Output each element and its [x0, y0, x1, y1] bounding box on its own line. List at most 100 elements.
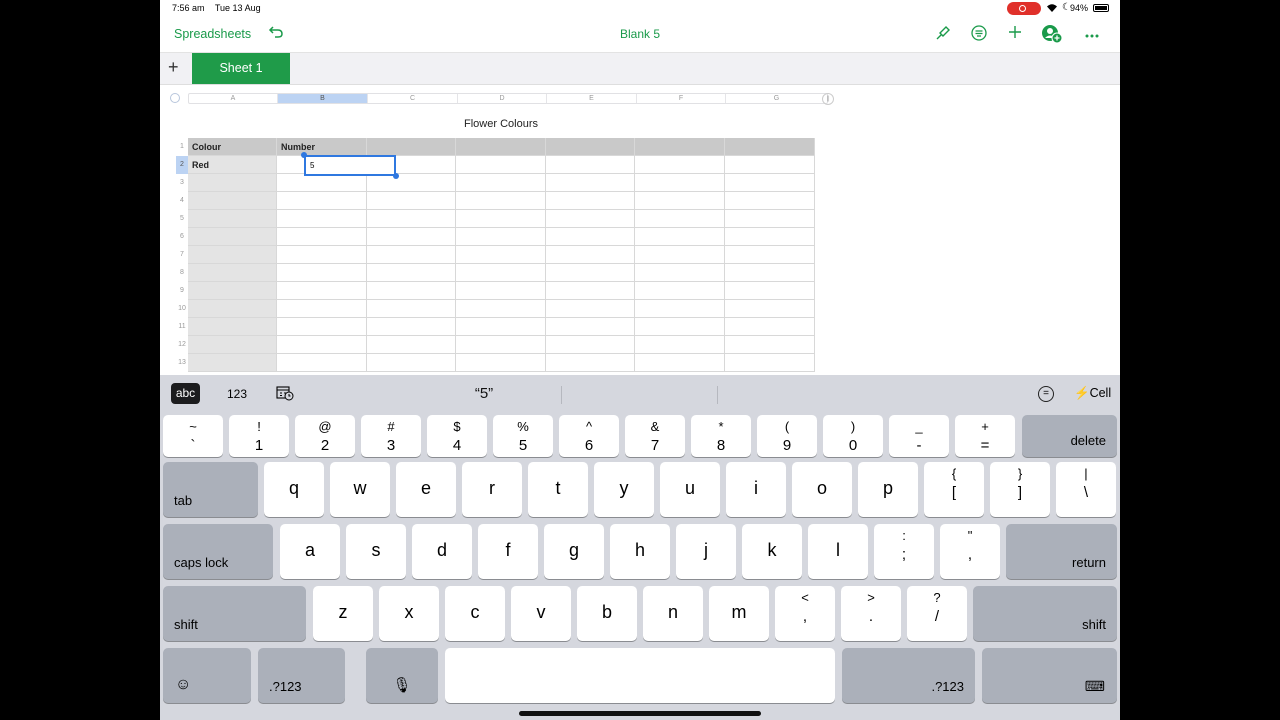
table-cell[interactable] [188, 336, 277, 354]
row-header[interactable]: 11 [176, 318, 188, 336]
table-cell[interactable] [456, 210, 546, 228]
key[interactable]: * 8 [691, 415, 751, 457]
key[interactable]: ~ ` [163, 415, 223, 457]
table-cell[interactable] [277, 282, 367, 300]
key-letter-n[interactable]: n [643, 586, 703, 641]
table-cell[interactable] [188, 282, 277, 300]
table-cell[interactable] [277, 246, 367, 264]
table-cell[interactable] [635, 282, 725, 300]
row-header[interactable]: 5 [176, 210, 188, 228]
table-cell[interactable] [277, 228, 367, 246]
key[interactable]: | \ [1056, 462, 1116, 517]
table-cell[interactable] [367, 246, 456, 264]
table-cell[interactable] [635, 138, 725, 156]
left-shift-key[interactable]: shift [163, 586, 306, 641]
table-cell[interactable] [188, 318, 277, 336]
space-bar[interactable] [445, 648, 835, 703]
table-cell[interactable] [367, 210, 456, 228]
column-header-c[interactable]: C [368, 94, 458, 103]
add-sheet-icon[interactable]: + [168, 57, 179, 78]
table-cell[interactable] [725, 246, 815, 264]
format-menu-icon[interactable] [968, 24, 990, 46]
table-cell[interactable] [546, 336, 635, 354]
table-cell[interactable] [456, 192, 546, 210]
table-cell[interactable] [367, 174, 456, 192]
key-letter-s[interactable]: s [346, 524, 406, 579]
row-header[interactable]: 6 [176, 228, 188, 246]
dictation-key[interactable]: 🎙 [366, 648, 438, 703]
table-cell[interactable] [277, 174, 367, 192]
key-letter-w[interactable]: w [330, 462, 390, 517]
table-cell[interactable] [456, 282, 546, 300]
table-cell[interactable] [456, 264, 546, 282]
table-cell[interactable] [725, 354, 815, 372]
date-time-keyboard-icon[interactable] [276, 385, 294, 404]
table-cell[interactable] [546, 264, 635, 282]
caps-lock-key[interactable]: caps lock [163, 524, 273, 579]
key[interactable]: <, [775, 586, 835, 641]
table-cell[interactable] [546, 138, 635, 156]
key-letter-x[interactable]: x [379, 586, 439, 641]
key[interactable]: (9 [757, 415, 817, 457]
table-cell[interactable] [456, 318, 546, 336]
key[interactable]: @2 [295, 415, 355, 457]
table-cell[interactable] [277, 210, 367, 228]
table-cell[interactable]: Number [277, 138, 367, 156]
key[interactable]: ^ 6 [559, 415, 619, 457]
return-key[interactable]: return [1006, 524, 1117, 579]
key[interactable]: _ - [889, 415, 949, 457]
key-letter-g[interactable]: g [544, 524, 604, 579]
table-cell[interactable] [367, 318, 456, 336]
key[interactable]: :; [874, 524, 934, 579]
table-cell[interactable] [367, 300, 456, 318]
more-options-icon[interactable] [1081, 24, 1103, 46]
table-cell[interactable] [635, 264, 725, 282]
table-cell[interactable] [456, 174, 546, 192]
table-cell[interactable] [546, 174, 635, 192]
table-cell[interactable] [546, 318, 635, 336]
key-letter-a[interactable]: a [280, 524, 340, 579]
table-cell[interactable] [188, 210, 277, 228]
key-letter-z[interactable]: z [313, 586, 373, 641]
key[interactable]: #3 [361, 415, 421, 457]
cell-keyboard-button[interactable]: ⚡Cell [1074, 386, 1111, 401]
table-cell[interactable] [367, 192, 456, 210]
abc-keyboard-button[interactable]: abc [171, 383, 200, 404]
collaborate-icon[interactable] [1041, 24, 1063, 46]
table-cell[interactable] [367, 336, 456, 354]
table-cell[interactable] [367, 138, 456, 156]
key-letter-l[interactable]: l [808, 524, 868, 579]
add-column-handle[interactable]: || [822, 93, 834, 105]
key-letter-d[interactable]: d [412, 524, 472, 579]
selection-handle-bottom[interactable] [393, 173, 399, 179]
key-letter-f[interactable]: f [478, 524, 538, 579]
table-cell[interactable] [367, 264, 456, 282]
table-cell[interactable] [188, 246, 277, 264]
table-cell[interactable] [725, 264, 815, 282]
row-header[interactable]: 1 [176, 138, 188, 156]
key[interactable]: ! 1 [229, 415, 289, 457]
add-plus-icon[interactable] [1004, 24, 1026, 46]
tab-key[interactable]: tab [163, 462, 258, 517]
table-cell[interactable] [725, 138, 815, 156]
active-cell-b2[interactable]: 5 [304, 155, 396, 176]
column-header-a[interactable]: A [189, 94, 278, 103]
predictive-suggestion[interactable]: “5” [408, 385, 560, 402]
column-header-d[interactable]: D [458, 94, 547, 103]
table-cell[interactable] [635, 174, 725, 192]
table-cell[interactable] [635, 228, 725, 246]
table-cell[interactable] [546, 192, 635, 210]
key[interactable]: % 5 [493, 415, 553, 457]
table-cell[interactable] [725, 210, 815, 228]
key-letter-k[interactable]: k [742, 524, 802, 579]
format-brush-icon[interactable] [932, 24, 954, 46]
table-cell[interactable] [277, 264, 367, 282]
formula-icon[interactable]: = [1038, 386, 1054, 402]
table-cell[interactable] [367, 228, 456, 246]
emoji-key[interactable]: ☺ [163, 648, 251, 703]
key[interactable]: ", [940, 524, 1000, 579]
tab-sheet-1[interactable]: Sheet 1 [192, 53, 290, 84]
table-cell[interactable] [456, 228, 546, 246]
table-cell[interactable] [725, 300, 815, 318]
table-cell[interactable] [546, 228, 635, 246]
